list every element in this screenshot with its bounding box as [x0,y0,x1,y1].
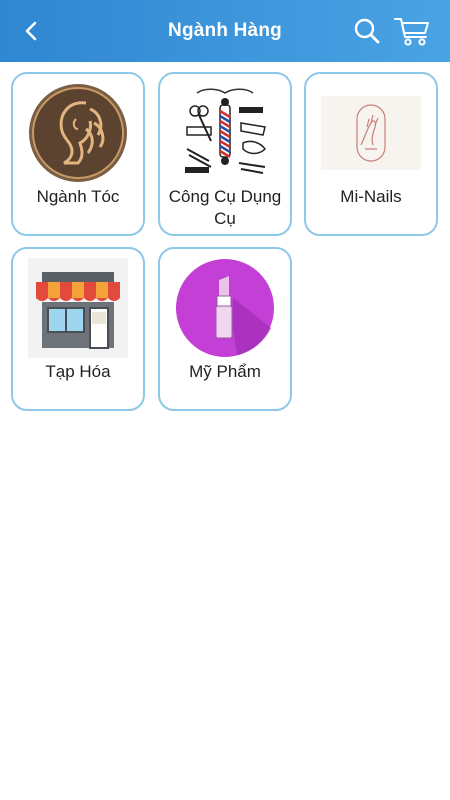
cart-icon [394,18,429,46]
category-card-cosmetics[interactable]: Mỹ Phẩm [158,247,292,411]
category-label: Tạp Hóa [45,362,111,381]
search-button[interactable] [350,14,384,48]
cart-button[interactable] [392,12,432,50]
category-label: Ngành Tóc [36,187,120,206]
category-card-tools[interactable]: Công Cụ Dụng Cụ [158,72,292,236]
category-card-nails[interactable]: Mi-Nails [304,72,438,236]
nails-logo-icon [321,83,421,183]
category-card-hair[interactable]: Ngành Tóc [11,72,145,236]
app-header: Ngành Hàng [0,0,450,62]
search-icon [354,18,380,44]
lipstick-icon [175,258,275,358]
back-button[interactable] [14,14,48,48]
category-label: Mi-Nails [340,187,402,206]
chevron-left-icon [25,21,37,41]
grocery-store-icon [28,258,128,358]
category-label: Công Cụ Dụng Cụ [168,187,282,228]
hair-salon-logo-icon [28,83,128,183]
category-label: Mỹ Phẩm [189,362,261,381]
barbershop-tools-icon [175,83,275,183]
category-card-grocery[interactable]: Tạp Hóa [11,247,145,411]
